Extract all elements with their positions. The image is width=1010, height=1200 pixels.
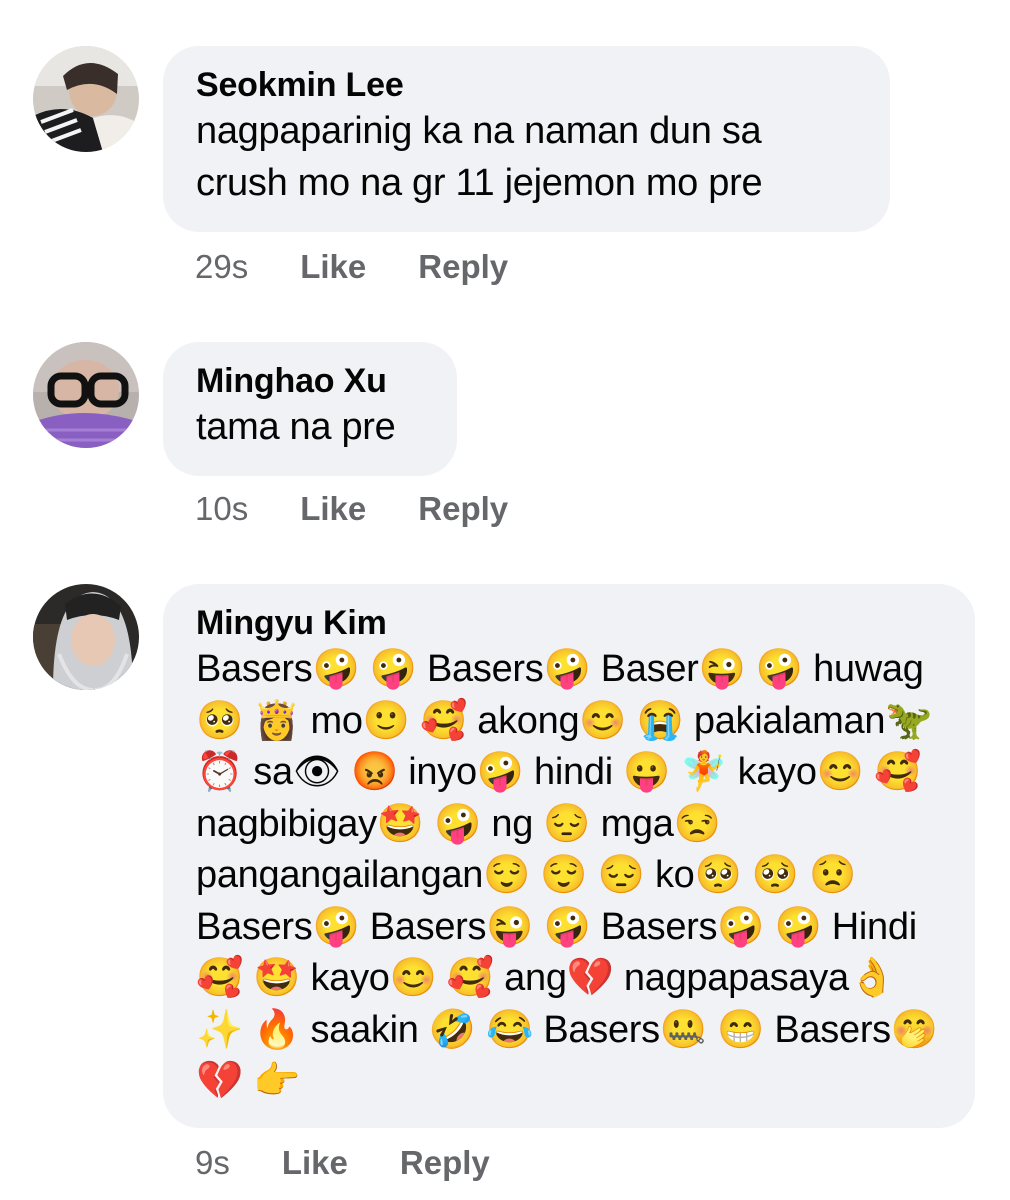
like-button[interactable]: Like: [300, 490, 366, 528]
reply-button[interactable]: Reply: [418, 490, 508, 528]
comment-item: Seokmin Lee nagpaparinig ka na naman dun…: [0, 0, 1010, 300]
comment-text: tama na pre: [196, 406, 396, 448]
comment-author[interactable]: Mingyu Kim: [196, 602, 945, 644]
avatar[interactable]: [33, 46, 139, 152]
reply-button[interactable]: Reply: [400, 1144, 490, 1182]
comment-actions: 9s Like Reply: [195, 1144, 490, 1182]
comment-text: Basers🤪 🤪 Basers🤪 Baser😜 🤪 huwag🥺 👸 mo🙂 …: [196, 648, 949, 1102]
comment-author[interactable]: Seokmin Lee: [196, 64, 860, 106]
comment-timestamp: 29s: [195, 248, 249, 285]
like-button[interactable]: Like: [300, 248, 366, 286]
reply-button[interactable]: Reply: [418, 248, 508, 286]
comment-item: Mingyu Kim Basers🤪 🤪 Basers🤪 Baser😜 🤪 hu…: [0, 560, 1010, 1200]
comment-bubble: Minghao Xu tama na pre: [163, 342, 457, 476]
comment-actions: 29s Like Reply: [195, 248, 508, 286]
avatar[interactable]: [33, 342, 139, 448]
like-button[interactable]: Like: [282, 1144, 348, 1182]
comment-text: nagpaparinig ka na naman dun sa crush mo…: [196, 110, 772, 204]
comment-timestamp: 9s: [195, 1144, 230, 1181]
comment-bubble: Seokmin Lee nagpaparinig ka na naman dun…: [163, 46, 890, 232]
comment-bubble: Mingyu Kim Basers🤪 🤪 Basers🤪 Baser😜 🤪 hu…: [163, 584, 975, 1128]
avatar[interactable]: [33, 584, 139, 690]
comment-actions: 10s Like Reply: [195, 490, 508, 528]
comment-author[interactable]: Minghao Xu: [196, 360, 427, 402]
comment-item: Minghao Xu tama na pre 10s Like Reply: [0, 300, 1010, 560]
comment-timestamp: 10s: [195, 490, 249, 527]
